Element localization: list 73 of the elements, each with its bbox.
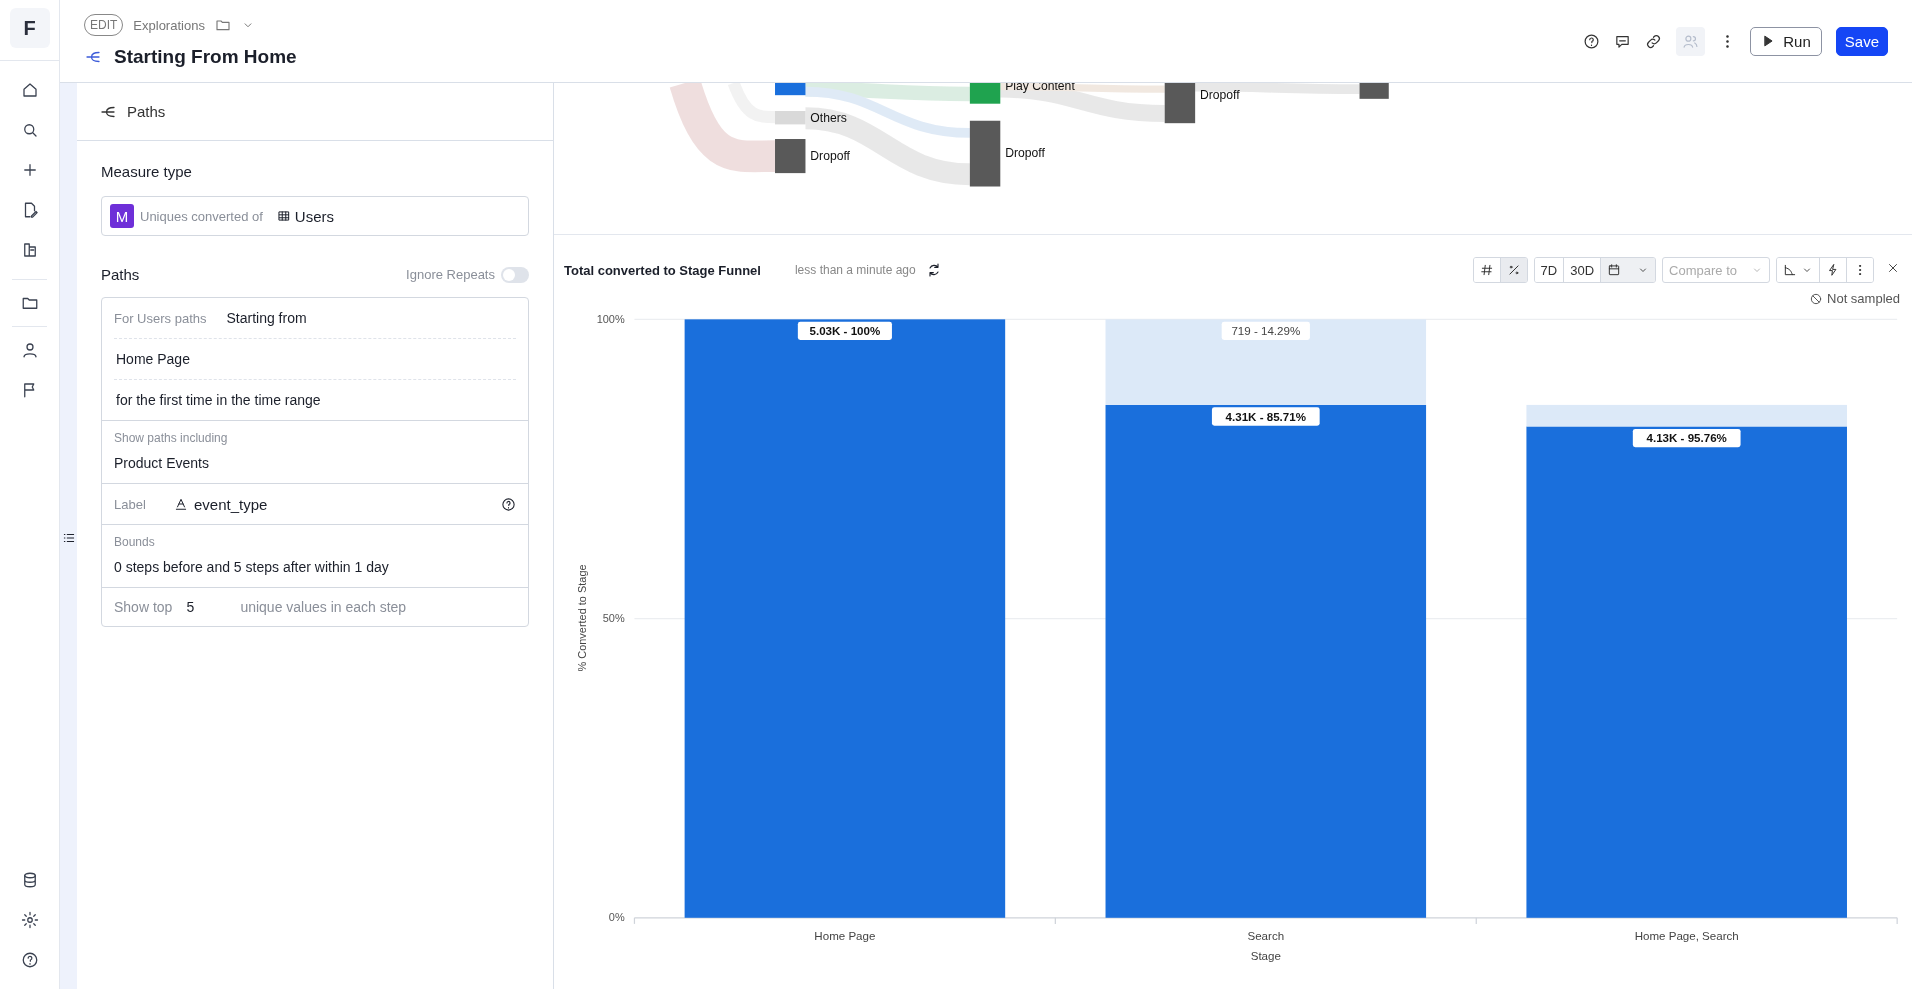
node-label: Others: [810, 110, 847, 125]
show-top-input[interactable]: 5: [182, 599, 221, 615]
label-property[interactable]: event_type: [194, 495, 268, 513]
start-event-selector[interactable]: Home Page: [116, 351, 190, 367]
section-heading: Measure type: [101, 163, 193, 180]
app-logo[interactable]: F: [9, 8, 50, 48]
field-label: Bounds: [114, 534, 156, 549]
section-heading: Paths: [101, 266, 140, 283]
entity-label: Users: [294, 207, 335, 225]
sankey-node[interactable]: [775, 139, 806, 174]
sankey-node[interactable]: [1359, 83, 1389, 99]
page-title: Starting From Home: [114, 46, 297, 68]
calendar-icon: [1607, 263, 1622, 277]
node-label: Dropoff: [810, 148, 850, 163]
help-icon[interactable]: [501, 496, 516, 512]
table-icon: [276, 209, 291, 223]
folder-icon[interactable]: [214, 17, 231, 33]
start-mode-dropdown[interactable]: Starting from: [226, 310, 307, 326]
range-button[interactable]: 7D: [1534, 258, 1565, 282]
run-button[interactable]: Run: [1750, 26, 1822, 56]
field-label: Label: [114, 496, 147, 512]
category-label: Home Page, Search: [1634, 929, 1739, 942]
axis-tick-label: 0%: [608, 911, 625, 924]
sampling-status: Not sampled: [1827, 291, 1900, 306]
category-label: Home Page: [814, 929, 876, 942]
chart-title: Total converted to Stage Funnel: [564, 262, 761, 278]
person-icon[interactable]: [20, 341, 39, 359]
percent-mode-button[interactable]: [1500, 258, 1527, 282]
link-icon[interactable]: [1645, 32, 1663, 50]
ignore-repeats-toggle[interactable]: [501, 266, 529, 283]
help-icon[interactable]: [20, 951, 39, 969]
close-icon[interactable]: [1886, 261, 1900, 275]
measure-badge: M: [110, 204, 134, 228]
sankey-node[interactable]: [1164, 83, 1196, 124]
sankey-node[interactable]: [969, 83, 1001, 104]
measure-text: Uniques converted of: [140, 208, 263, 224]
sankey-node[interactable]: [969, 120, 1001, 187]
field-label: unique values in each step: [240, 599, 407, 615]
hash-icon: [1479, 263, 1494, 277]
data-label: 4.31K - 85.71%: [1211, 407, 1320, 426]
start-condition-dropdown[interactable]: for the first time in the time range: [116, 392, 321, 408]
text-property-icon: [174, 497, 188, 511]
chart-icon: [1783, 263, 1797, 277]
breadcrumb-link[interactable]: Explorations: [133, 17, 205, 33]
settings-icon[interactable]: [20, 911, 39, 929]
node-label: Dropoff: [1005, 146, 1045, 161]
lightning-icon: [1826, 263, 1840, 277]
percent-icon: [1506, 263, 1521, 277]
category-label: Search: [1247, 929, 1285, 942]
sankey-node[interactable]: [775, 111, 806, 125]
date-picker-button[interactable]: [1601, 258, 1656, 282]
save-button[interactable]: Save: [1835, 26, 1888, 56]
field-label: Show paths including: [114, 430, 229, 445]
not-sampled-icon: [1809, 291, 1823, 306]
axis-tick-label: 50%: [602, 612, 625, 625]
node-label: Dropoff: [1200, 87, 1240, 102]
home-icon[interactable]: [20, 81, 39, 99]
field-label: For Users paths: [114, 310, 207, 326]
count-mode-button[interactable]: [1473, 258, 1501, 282]
sankey-node[interactable]: [775, 83, 806, 96]
field-label: Show top: [114, 599, 173, 615]
x-axis-title: Stage: [1250, 950, 1281, 963]
help-icon[interactable]: [1583, 32, 1601, 50]
list-icon[interactable]: [61, 531, 76, 545]
include-selector[interactable]: Product Events: [114, 445, 516, 483]
measure-selector[interactable]: M Uniques converted of Users: [101, 196, 529, 236]
bounds-selector[interactable]: 0 steps before and 5 steps after within 1 day: [114, 549, 516, 587]
chart-type-button[interactable]: [1777, 258, 1820, 282]
toggle-label: Ignore Repeats: [406, 267, 495, 282]
updated-time: less than a minute ago: [794, 263, 916, 277]
y-axis-title: % Converted to Stage: [575, 564, 588, 672]
panel-title: Paths: [127, 103, 166, 120]
axis-tick-label: 100%: [596, 313, 625, 325]
